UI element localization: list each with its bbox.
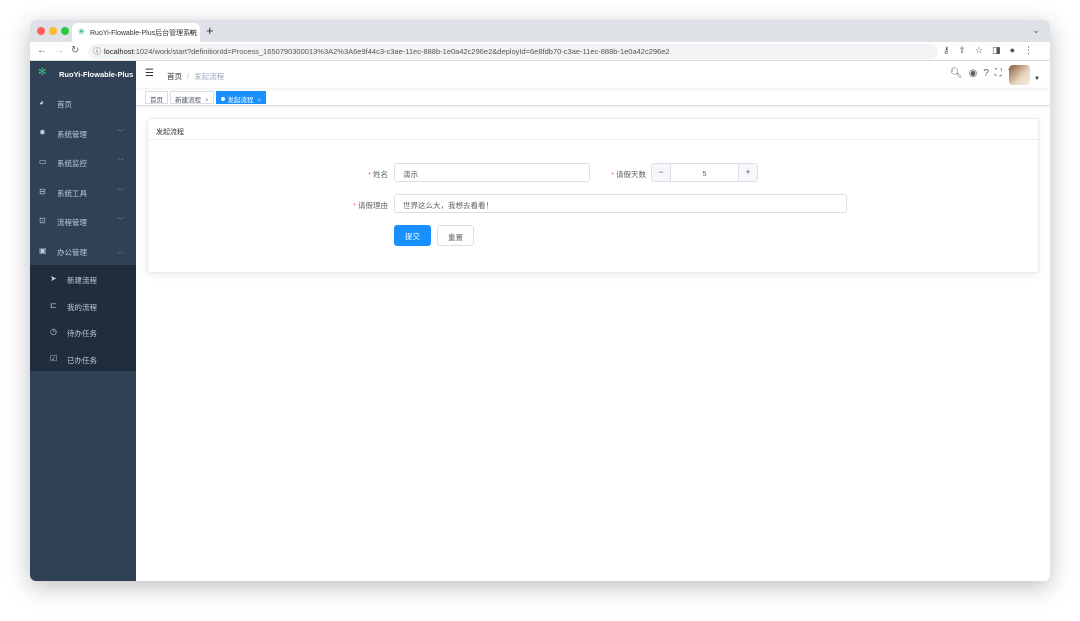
- reload-icon[interactable]: ↻: [71, 45, 79, 56]
- sidebar-item-label: 新建流程: [67, 276, 97, 285]
- favicon-icon: ❀: [78, 27, 85, 36]
- sidebar-item-sub-1[interactable]: ⊏ 我的流程: [30, 292, 136, 319]
- sidebar-item-main-0[interactable]: ◕ 首页: [30, 88, 136, 118]
- start-process-card: 发起流程 * 姓名 演示 * 请假天数 − 5 + * 请假理由 世界这么大，我想去看…: [147, 118, 1039, 273]
- new-tab-button[interactable]: +: [206, 23, 214, 38]
- caret-down-icon[interactable]: ▼: [1034, 76, 1040, 82]
- sidebar-item-sub-2[interactable]: ◷ 待办任务: [30, 318, 136, 345]
- sidebar-item-label: 系统工具: [57, 188, 87, 198]
- address-bar-row: ← → ↻ ⓘ localhost:1024/work/start?definit…: [30, 42, 1050, 61]
- sidebar-item-label: 系统监控: [57, 159, 87, 168]
- monitor-icon: ▭: [39, 157, 47, 166]
- sidebar-item-label: 系统管理: [57, 129, 87, 139]
- sidebar-item-label: 流程管理: [57, 218, 87, 227]
- chevron-icon: ︿: [117, 247, 124, 255]
- close-icon[interactable]: ×: [205, 98, 209, 104]
- forward-icon[interactable]: →: [54, 45, 64, 56]
- sidebar-item-label: 我的流程: [67, 302, 97, 312]
- browser-tab[interactable]: ❀ RuoYi-Flowable-Plus后台管理系统 ×: [72, 23, 200, 42]
- name-label: * 姓名: [368, 170, 388, 179]
- breadcrumb: 首页 / 发起流程: [167, 72, 225, 81]
- reason-label: * 请假理由: [353, 201, 388, 210]
- chevron-icon: ﹀: [117, 188, 124, 196]
- toolbox-icon: ⊟: [39, 186, 46, 196]
- maximize-window-button[interactable]: [61, 27, 69, 35]
- sidebar-item-sub-0[interactable]: ➤ 新建流程: [30, 265, 136, 292]
- sidebar-item-main-5[interactable]: ▣ 办公管理 ︿: [30, 236, 136, 266]
- dashboard-icon: ◕: [39, 98, 44, 107]
- reason-input[interactable]: 世界这么大，我想去看看！: [394, 194, 847, 213]
- paper-plane-icon: ➤: [50, 274, 57, 283]
- days-stepper[interactable]: − 5 +: [651, 163, 758, 182]
- clock-icon: ◷: [50, 327, 57, 336]
- close-icon[interactable]: ×: [258, 98, 262, 104]
- tree-icon: ⊏: [50, 300, 57, 310]
- sidebar-item-main-4[interactable]: ⊡ 流程管理 ﹀: [30, 206, 136, 236]
- breadcrumb-home[interactable]: 首页: [167, 72, 182, 81]
- browser-window: ❀ RuoYi-Flowable-Plus后台管理系统 × + ⌄ ← → ↻ ⓘ l…: [30, 20, 1050, 581]
- sidebar: ✻ RuoYi-Flowable-Plus ◕ 首页 ✹ 系统管理 ﹀ ▭ 系统监控 ﹀ ⊟ 系统工…: [30, 61, 136, 581]
- avatar[interactable]: [1009, 65, 1030, 85]
- sidebar-item-label: 首页: [57, 100, 72, 109]
- main-area: ☰ 首页/发起流程 🔍︎◉?⛶T ▼ 首页新建流程×发起流程× 发起流程 *姓名…: [136, 61, 1050, 581]
- sidebar-item-label: 办公管理: [57, 247, 87, 257]
- decrement-button[interactable]: −: [652, 164, 671, 181]
- chevron-icon: ﹀: [117, 218, 124, 225]
- gear-icon: ✹: [39, 127, 46, 137]
- close-window-button[interactable]: [37, 27, 45, 35]
- back-icon[interactable]: ←: [37, 45, 47, 56]
- process-icon: ⊡: [39, 216, 46, 225]
- tag-start-process[interactable]: 发起流程 ×: [215, 91, 267, 104]
- tab-search-icon[interactable]: ⌄: [1032, 25, 1040, 36]
- days-label: * 请假天数: [611, 170, 646, 179]
- minimize-window-button[interactable]: [49, 27, 57, 35]
- submit-button[interactable]: 提交: [394, 225, 431, 246]
- help-icon[interactable]: ?: [983, 68, 995, 79]
- sidebar-item-main-2[interactable]: ▭ 系统监控 ﹀: [30, 147, 136, 177]
- sidebar-item-sub-3[interactable]: ☑ 已办任务: [30, 345, 136, 372]
- hamburger-icon[interactable]: ☰: [145, 68, 154, 79]
- chevron-icon: ﹀: [117, 129, 124, 137]
- logo: ✻ RuoYi-Flowable-Plus: [38, 67, 134, 79]
- name-input[interactable]: 演示: [394, 163, 590, 182]
- chevron-icon: ﹀: [117, 159, 124, 166]
- sidebar-item-main-3[interactable]: ⊟ 系统工具 ﹀: [30, 177, 136, 207]
- sidebar-item-label: 待办任务: [67, 329, 97, 338]
- breadcrumb-current: 发起流程: [194, 72, 225, 81]
- sidebar-item-main-1[interactable]: ✹ 系统管理 ﹀: [30, 118, 136, 148]
- browser-tab-bar: ❀ RuoYi-Flowable-Plus后台管理系统 × + ⌄: [30, 20, 1050, 42]
- browser-actions[interactable]: ⚷⇪☆◨●⋮: [943, 45, 1042, 56]
- github-icon[interactable]: ◉: [969, 68, 984, 79]
- url-input[interactable]: ⓘ localhost:1024/work/start?definitionId=…: [88, 44, 938, 59]
- office-icon: ▣: [39, 245, 47, 255]
- info-icon: ⓘ: [93, 47, 101, 56]
- tags-view: 首页 新建流程 × 发起流程 ×: [136, 88, 1050, 106]
- checkbox-icon: ☑: [50, 353, 58, 363]
- logo-icon: ✻: [38, 67, 47, 78]
- search-icon[interactable]: 🔍︎: [950, 68, 969, 79]
- tag-new-process[interactable]: 新建流程 ×: [170, 91, 214, 104]
- navbar: ☰ 首页/发起流程 🔍︎◉?⛶T ▼: [136, 61, 1050, 88]
- card-title: 发起流程: [148, 119, 1038, 140]
- fullscreen-icon[interactable]: ⛶: [995, 68, 1008, 79]
- sidebar-item-label: 已办任务: [67, 355, 97, 365]
- increment-button[interactable]: +: [738, 164, 757, 181]
- close-tab-icon[interactable]: ×: [189, 27, 194, 37]
- reset-button[interactable]: 重置: [437, 225, 474, 246]
- tag-home[interactable]: 首页: [145, 91, 168, 104]
